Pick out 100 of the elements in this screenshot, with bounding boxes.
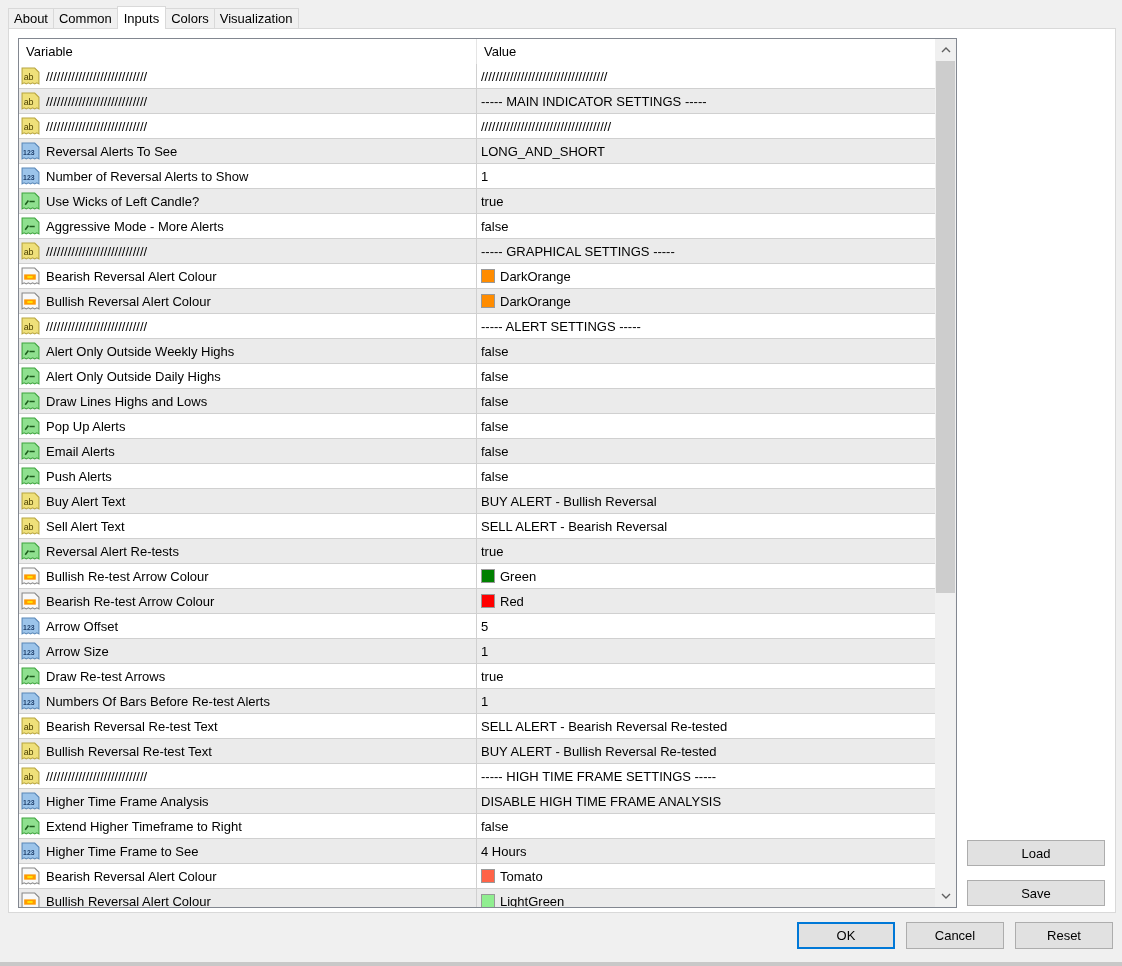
text-type-icon: ab <box>21 241 40 261</box>
variable-name: Bullish Reversal Alert Colour <box>46 893 211 907</box>
value-text[interactable]: false <box>481 343 509 359</box>
value-text[interactable]: ----- MAIN INDICATOR SETTINGS ----- <box>481 93 707 109</box>
toggle-type-icon <box>21 466 40 486</box>
variable-name: //////////////////////////// <box>46 93 148 109</box>
value-text[interactable]: true <box>481 543 504 559</box>
value-text[interactable]: Tomato <box>500 868 543 884</box>
variable-name: Bearish Reversal Alert Colour <box>46 268 217 284</box>
column-header[interactable]: Value <box>477 39 935 64</box>
value-text[interactable]: SELL ALERT - Bearish Reversal Re-tested <box>481 718 728 734</box>
variable-name: Aggressive Mode - More Alerts <box>46 218 224 234</box>
variable-name: Bearish Reversal Alert Colour <box>46 868 217 884</box>
value-text[interactable]: false <box>481 443 509 459</box>
value-text[interactable]: DISABLE HIGH TIME FRAME ANALYSIS <box>481 793 722 809</box>
text-type-icon: ab <box>21 91 40 111</box>
text-type-icon: ab <box>21 316 40 336</box>
toggle-type-icon <box>21 666 40 686</box>
text-type-icon: ab <box>21 741 40 761</box>
text-type-icon: ab <box>21 116 40 136</box>
value-text[interactable]: ----- GRAPHICAL SETTINGS ----- <box>481 243 675 259</box>
value-text[interactable]: LONG_AND_SHORT <box>481 143 605 159</box>
variable-name: Draw Lines Highs and Lows <box>46 393 208 409</box>
value-text[interactable]: Red <box>500 593 524 609</box>
variable-name: Bearish Re-test Arrow Colour <box>46 593 215 609</box>
variable-name: //////////////////////////// <box>46 68 148 84</box>
variable-name: Email Alerts <box>46 443 115 459</box>
side-button[interactable]: Load <box>967 840 1105 866</box>
value-text[interactable]: false <box>481 393 509 409</box>
toggle-type-icon <box>21 441 40 461</box>
value-text[interactable]: SELL ALERT - Bearish Reversal <box>481 518 668 534</box>
toggle-type-icon <box>21 341 40 361</box>
variable-name: //////////////////////////// <box>46 118 148 134</box>
value-text[interactable]: false <box>481 818 509 834</box>
value-text[interactable]: 1 <box>481 168 489 184</box>
color-type-icon <box>21 591 40 611</box>
text-type-icon: ab <box>21 516 40 536</box>
variable-name: Reversal Alerts To See <box>46 143 178 159</box>
tab[interactable]: Inputs <box>116 6 167 29</box>
value-text[interactable]: true <box>481 193 504 209</box>
variable-name: //////////////////////////// <box>46 243 148 259</box>
value-text[interactable]: 5 <box>481 618 489 634</box>
scroll-up-icon[interactable] <box>940 47 951 53</box>
variable-name: Push Alerts <box>46 468 112 484</box>
variable-name: //////////////////////////// <box>46 768 148 784</box>
value-text[interactable]: false <box>481 468 509 484</box>
value-text[interactable]: ----- ALERT SETTINGS ----- <box>481 318 641 334</box>
scrollbar-thumb[interactable] <box>936 61 955 593</box>
value-text[interactable]: false <box>481 218 509 234</box>
value-text[interactable]: 1 <box>481 693 489 709</box>
toggle-type-icon <box>21 366 40 386</box>
variable-name: Pop Up Alerts <box>46 418 126 434</box>
value-text[interactable]: false <box>481 418 509 434</box>
variable-name: Extend Higher Timeframe to Right <box>46 818 242 834</box>
variable-name: //////////////////////////// <box>46 318 148 334</box>
side-button[interactable]: Save <box>967 880 1105 906</box>
value-text[interactable]: /////////////////////////////////// <box>481 68 608 84</box>
toggle-type-icon <box>21 191 40 211</box>
value-text[interactable]: ----- HIGH TIME FRAME SETTINGS ----- <box>481 768 717 784</box>
variable-name: Bullish Reversal Re-test Text <box>46 743 212 759</box>
variable-name: Arrow Size <box>46 643 109 659</box>
variable-name: Bullish Re-test Arrow Colour <box>46 568 209 584</box>
variable-name: Higher Time Frame to See <box>46 843 199 859</box>
variable-name: Numbers Of Bars Before Re-test Alerts <box>46 693 270 709</box>
variable-name: Sell Alert Text <box>46 518 125 534</box>
value-text[interactable]: 1 <box>481 643 489 659</box>
color-type-icon <box>21 291 40 311</box>
variable-name: Arrow Offset <box>46 618 118 634</box>
variable-name: Alert Only Outside Daily Highs <box>46 368 221 384</box>
scroll-down-icon[interactable] <box>940 893 951 899</box>
scrollbar[interactable] <box>935 39 956 907</box>
value-text[interactable]: true <box>481 668 504 684</box>
dialog-button[interactable]: Cancel <box>906 922 1004 949</box>
variable-name: Number of Reversal Alerts to Show <box>46 168 249 184</box>
value-text[interactable]: Green <box>500 568 537 584</box>
value-text[interactable]: BUY ALERT - Bullish Reversal Re-tested <box>481 743 717 759</box>
value-text[interactable]: //////////////////////////////////// <box>481 118 612 134</box>
value-text[interactable]: false <box>481 368 509 384</box>
dialog-button[interactable]: Reset <box>1015 922 1113 949</box>
dialog-button[interactable]: OK <box>797 922 895 949</box>
variable-name: Buy Alert Text <box>46 493 126 509</box>
toggle-type-icon <box>21 816 40 836</box>
text-type-icon: ab <box>21 66 40 86</box>
value-text[interactable]: 4 Hours <box>481 843 527 859</box>
text-type-icon: ab <box>21 716 40 736</box>
toggle-type-icon <box>21 541 40 561</box>
value-text[interactable]: DarkOrange <box>500 293 571 309</box>
value-text[interactable]: BUY ALERT - Bullish Reversal <box>481 493 657 509</box>
variable-name: Reversal Alert Re-tests <box>46 543 179 559</box>
variable-name: Alert Only Outside Weekly Highs <box>46 343 235 359</box>
value-text[interactable]: DarkOrange <box>500 268 571 284</box>
toggle-type-icon <box>21 391 40 411</box>
text-type-icon: ab <box>21 766 40 786</box>
toggle-type-icon <box>21 216 40 236</box>
variable-name: Bullish Reversal Alert Colour <box>46 293 211 309</box>
tab[interactable]: About <box>8 8 54 28</box>
variable-name: Higher Time Frame Analysis <box>46 793 209 809</box>
tab[interactable]: Visualization <box>213 8 299 28</box>
variable-name: Bearish Reversal Re-test Text <box>46 718 218 734</box>
variable-name: Draw Re-test Arrows <box>46 668 166 684</box>
